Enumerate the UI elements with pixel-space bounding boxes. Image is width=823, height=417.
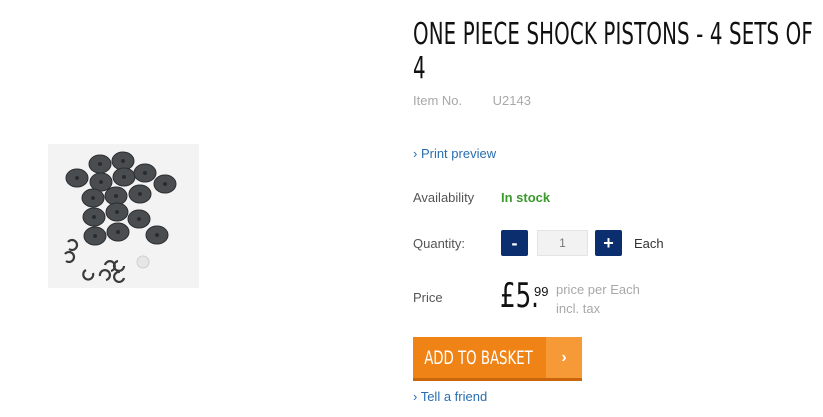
product-title: ONE PIECE SHOCK PISTONS - 4 SETS OF 4 (413, 17, 813, 86)
availability-status: In stock (501, 190, 551, 205)
print-preview-link[interactable]: › Print preview (413, 146, 496, 161)
tell-a-friend-link[interactable]: › Tell a friend (413, 389, 487, 404)
price-per-unit-text: price per Each (556, 282, 640, 297)
quantity-input[interactable] (537, 230, 588, 256)
shock-pistons-image (48, 144, 199, 288)
price-label: Price (413, 290, 443, 305)
quantity-unit: Each (634, 236, 664, 251)
price-cents: 99 (534, 284, 549, 299)
quantity-label: Quantity: (413, 236, 466, 251)
add-to-basket-label: ADD TO BASKET (424, 346, 533, 369)
item-number: Item No. U2143 (413, 93, 531, 108)
quantity-increase-button[interactable]: + (595, 230, 622, 256)
product-image[interactable] (48, 144, 199, 288)
item-number-label: Item No. (413, 93, 463, 108)
item-number-value: U2143 (492, 93, 531, 108)
price-note: price per Each incl. tax (556, 280, 640, 318)
chevron-right-icon: › (546, 337, 582, 378)
availability-label: Availability (413, 190, 475, 205)
quantity-decrease-button[interactable]: - (501, 230, 528, 256)
add-to-basket-button[interactable]: ADD TO BASKET › (413, 337, 582, 381)
price-tax-text: incl. tax (556, 301, 601, 316)
